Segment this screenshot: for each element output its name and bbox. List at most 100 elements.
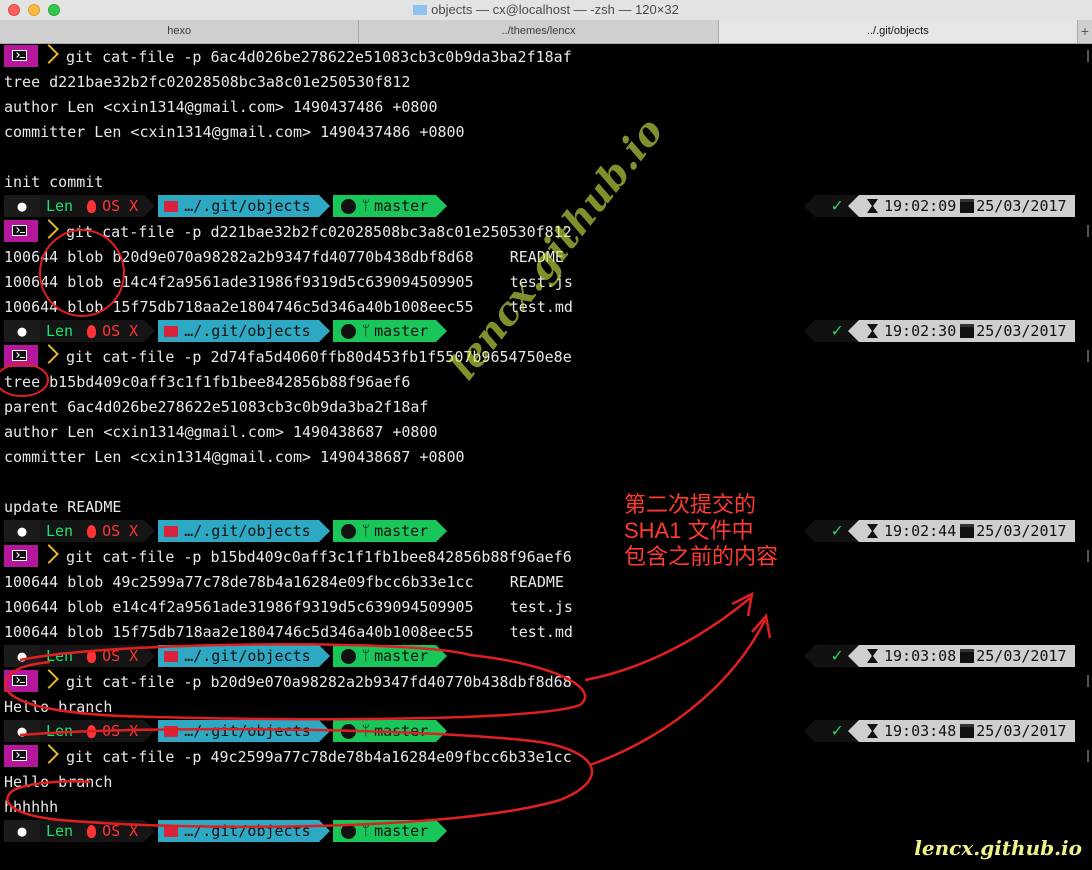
output-line: 100644 blob 15f75db718aa2e1804746c5d346a… <box>4 298 573 316</box>
new-tab-button[interactable]: + <box>1078 20 1092 43</box>
separator-arrow <box>318 195 330 217</box>
output-row: Hello branch <box>0 694 1092 719</box>
separator-arrow <box>144 520 156 542</box>
window-title: objects — cx@localhost — -zsh — 120×32 <box>0 2 1092 17</box>
prompt-left: ● Len OS X …/.git/objects ᛘ master <box>4 520 448 542</box>
output-row: parent 6ac4d026be278622e51083cb3c0b9da3b… <box>0 394 1092 419</box>
separator-arrow <box>144 820 156 842</box>
prompt-path-text: …/.git/objects <box>184 322 311 340</box>
apple-icon: ● <box>4 645 40 667</box>
prompt-os: OS X <box>77 195 156 217</box>
output-line: 100644 blob e14c4f2a9561ade31986f9319d5c… <box>4 273 573 291</box>
prompt-os-text: OS X <box>102 522 139 540</box>
prompt-chevron <box>4 544 64 567</box>
prompt-os: OS X <box>77 645 156 667</box>
separator-arrow <box>144 195 156 217</box>
apple-icon: ● <box>4 195 40 217</box>
calendar-icon <box>960 724 975 738</box>
prompt-path: …/.git/objects <box>158 720 330 742</box>
separator-arrow <box>318 820 330 842</box>
prompt-os-text: OS X <box>102 647 139 665</box>
prompt-os-text: OS X <box>102 722 139 740</box>
git-branch-icon: ᛘ <box>361 198 371 214</box>
prompt-user: Len <box>40 645 78 667</box>
folder-icon <box>164 200 179 212</box>
line-marker <box>1087 225 1089 237</box>
output-line: 100644 blob 49c2599a77c78de78b4a16284e09… <box>4 573 564 591</box>
output-line: init commit <box>4 173 104 191</box>
separator-arrow <box>144 720 156 742</box>
prompt-chevron <box>4 219 64 242</box>
calendar-icon <box>960 324 975 338</box>
github-icon <box>340 198 356 214</box>
prompt-os-text: OS X <box>102 322 139 340</box>
prompt-left: ● Len OS X …/.git/objects ᛘ master <box>4 820 448 842</box>
prompt-branch: ᛘ master <box>332 195 448 217</box>
timestamp: 19:02:44 25/03/2017 <box>848 520 1075 542</box>
output-row: committer Len <cxin1314@gmail.com> 14904… <box>0 444 1092 469</box>
terminal-output[interactable]: git cat-file -p 6ac4d026be278622e51083cb… <box>0 44 1092 870</box>
output-line: Hello branch <box>4 698 113 716</box>
folder-icon <box>164 650 179 662</box>
command-text: git cat-file -p 2d74fa5d4060ffb80d453fb1… <box>66 348 572 366</box>
fire-icon <box>87 199 97 213</box>
command-text: git cat-file -p 49c2599a77c78de78b4a1628… <box>66 748 572 766</box>
timestamp: 19:02:09 25/03/2017 <box>848 195 1075 217</box>
separator-arrow <box>436 820 448 842</box>
prompt-branch-text: master <box>374 197 429 215</box>
separator-arrow <box>436 195 448 217</box>
output-line: 100644 blob e14c4f2a9561ade31986f9319d5c… <box>4 598 573 616</box>
prompt-path-text: …/.git/objects <box>184 197 311 215</box>
date-text: 25/03/2017 <box>976 197 1067 215</box>
timestamp: 19:02:30 25/03/2017 <box>848 320 1075 342</box>
prompt-os: OS X <box>77 320 156 342</box>
tab-hexo[interactable]: hexo <box>0 20 360 43</box>
hourglass-icon <box>867 649 878 663</box>
output-line: tree d221bae32b2fc02028508bc3a8c01e25053… <box>4 73 411 91</box>
output-row: update README <box>0 494 1092 519</box>
output-line: committer Len <cxin1314@gmail.com> 14904… <box>4 448 465 466</box>
output-row: 100644 blob 49c2599a77c78de78b4a16284e09… <box>0 569 1092 594</box>
separator-arrow <box>144 320 156 342</box>
chevron-right-icon <box>39 44 59 64</box>
prompt-branch-text: master <box>374 522 429 540</box>
prompt-row: ● Len OS X …/.git/objects ᛘ master ✓ 19:0… <box>0 519 1092 544</box>
fire-icon <box>87 324 97 338</box>
prompt-branch: ᛘ master <box>332 320 448 342</box>
prompt-user: Len <box>40 195 78 217</box>
separator-arrow <box>436 320 448 342</box>
folder-icon <box>164 825 179 837</box>
output-row: 100644 blob e14c4f2a9561ade31986f9319d5c… <box>0 269 1092 294</box>
command-row: git cat-file -p d221bae32b2fc02028508bc3… <box>0 219 1092 244</box>
prompt-branch: ᛘ master <box>332 820 448 842</box>
tab-themes-lencx[interactable]: ../themes/lencx <box>359 20 719 43</box>
annotation-line: 包含之前的内容 <box>624 544 779 569</box>
prompt-path: …/.git/objects <box>158 320 330 342</box>
git-branch-icon: ᛘ <box>361 823 371 839</box>
prompt-path-text: …/.git/objects <box>184 647 311 665</box>
prompt-row: ● Len OS X …/.git/objects ᛘ master ✓ 19:0… <box>0 194 1092 219</box>
git-branch-icon: ᛘ <box>361 648 371 664</box>
tab-git-objects[interactable]: ../.git/objects <box>718 20 1078 43</box>
prompt-left: ● Len OS X …/.git/objects ᛘ master <box>4 195 448 217</box>
calendar-icon <box>960 199 975 213</box>
window-titlebar: objects — cx@localhost — -zsh — 120×32 <box>0 0 1092 21</box>
date-text: 25/03/2017 <box>976 522 1067 540</box>
folder-icon <box>164 525 179 537</box>
output-row: 100644 blob 15f75db718aa2e1804746c5d346a… <box>0 294 1092 319</box>
prompt-branch-text: master <box>374 322 429 340</box>
prompt-branch-text: master <box>374 722 429 740</box>
time-text: 19:03:48 <box>884 722 957 740</box>
line-marker <box>1087 550 1089 562</box>
prompt-path: …/.git/objects <box>158 195 330 217</box>
chevron-right-icon <box>39 344 59 364</box>
apple-icon: ● <box>4 520 40 542</box>
separator-arrow <box>318 645 330 667</box>
command-row: git cat-file -p 2d74fa5d4060ffb80d453fb1… <box>0 344 1092 369</box>
prompt-chevron <box>4 344 64 367</box>
prompt-branch: ᛘ master <box>332 720 448 742</box>
prompt-path: …/.git/objects <box>158 645 330 667</box>
hourglass-icon <box>867 199 878 213</box>
github-icon <box>340 523 356 539</box>
prompt-os: OS X <box>77 520 156 542</box>
